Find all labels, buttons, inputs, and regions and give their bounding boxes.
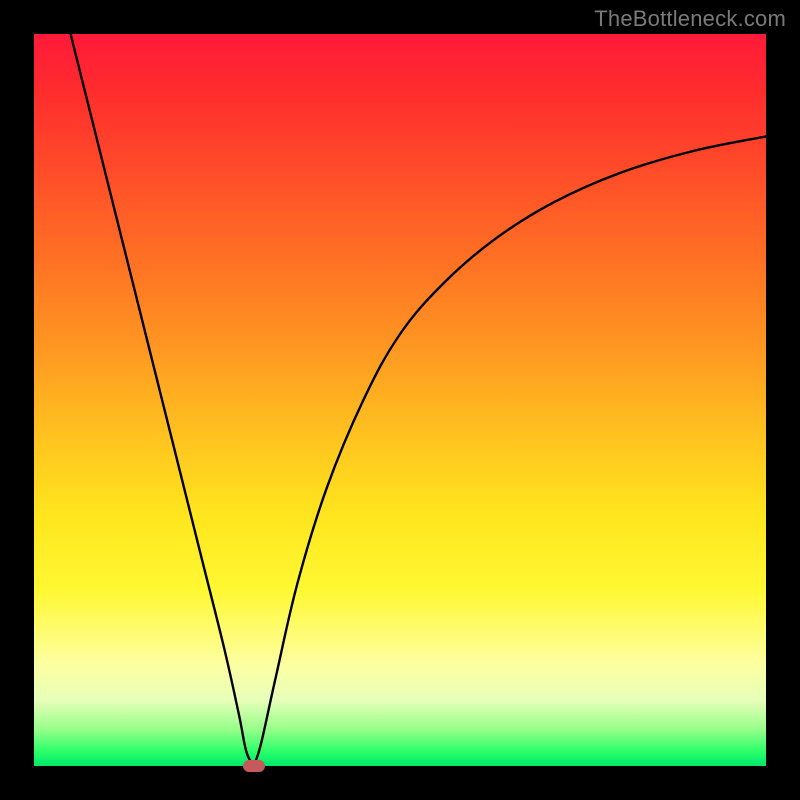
minimum-marker	[243, 760, 265, 772]
plot-area	[34, 34, 766, 766]
chart-frame: TheBottleneck.com	[0, 0, 800, 800]
curve-right-branch	[254, 136, 766, 766]
watermark-text: TheBottleneck.com	[594, 6, 786, 32]
curve-svg	[34, 34, 766, 766]
curve-left-branch	[71, 34, 254, 766]
